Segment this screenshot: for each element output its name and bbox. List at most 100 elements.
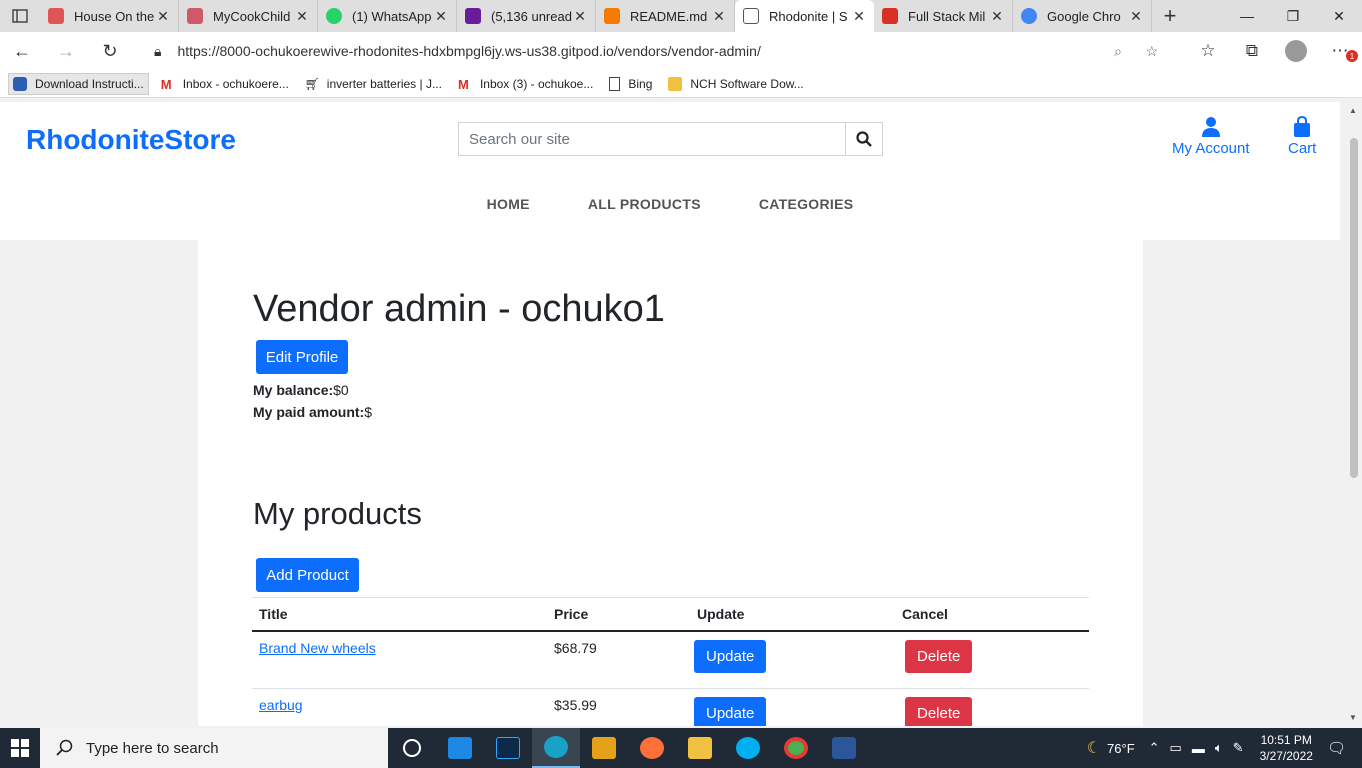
shopping-bag-icon — [1294, 116, 1311, 137]
close-window-icon[interactable]: ✕ — [1316, 0, 1362, 32]
youtube-icon — [48, 8, 64, 24]
scroll-up-icon[interactable]: ▲ — [1349, 106, 1357, 115]
browser-tab[interactable]: House On the ✕ — [40, 0, 179, 32]
close-tab-icon[interactable]: ✕ — [712, 8, 726, 25]
my-account-link[interactable]: My Account — [1172, 116, 1250, 157]
products-heading: My products — [253, 496, 422, 531]
settings-more-icon[interactable]: ⋯ 1 — [1318, 32, 1362, 70]
meet-now-icon[interactable]: ▭ — [1170, 740, 1182, 756]
restore-icon[interactable]: ❐ — [1270, 0, 1316, 32]
column-header-price: Price — [547, 597, 690, 632]
browser-tab[interactable]: Google Chro ✕ — [1013, 0, 1152, 32]
page-scrollbar[interactable]: ▲ ▼ — [1346, 102, 1362, 726]
delete-button[interactable]: Delete — [905, 696, 973, 726]
minimize-icon[interactable]: — — [1224, 0, 1270, 32]
photoshop-icon[interactable] — [484, 728, 532, 768]
cortana-icon[interactable] — [388, 728, 436, 768]
browser-tab-active[interactable]: Rhodonite | S ✕ — [735, 0, 874, 32]
update-button[interactable]: Update — [694, 696, 767, 726]
bookmark-item[interactable]: Download Instructi... — [8, 72, 149, 95]
forward-icon[interactable]: → — [44, 32, 88, 70]
site-favicon-icon — [187, 8, 203, 24]
chrome-icon[interactable] — [772, 728, 820, 768]
scroll-down-icon[interactable]: ▼ — [1349, 713, 1357, 722]
chevron-up-icon[interactable]: ⌃ — [1149, 740, 1160, 756]
new-tab-icon[interactable]: + — [1152, 3, 1188, 29]
update-button[interactable]: Update — [694, 640, 767, 673]
nav-home[interactable]: HOME — [487, 196, 530, 212]
browser-tab[interactable]: README.md ✕ — [596, 0, 735, 32]
collections-icon[interactable]: ⧉ — [1230, 32, 1274, 70]
close-tab-icon[interactable]: ✕ — [156, 8, 170, 25]
bookmark-item[interactable]: NCH Software Dow... — [664, 74, 807, 94]
volume-icon[interactable]: 🔈︎ — [1215, 740, 1223, 756]
cart-link[interactable]: Cart — [1288, 116, 1316, 157]
close-tab-icon[interactable]: ✕ — [990, 8, 1004, 25]
skype-icon[interactable] — [724, 728, 772, 768]
notifications-icon[interactable]: 🗨︎ — [1327, 739, 1346, 757]
file-explorer-icon[interactable] — [676, 728, 724, 768]
system-tray: ☾ 76°F ⌃ ▭ ▬ 🔈︎ ✎ 10:51 PM 3/27/2022 🗨︎ — [1087, 728, 1362, 768]
battery-icon[interactable]: ▬ — [1192, 741, 1205, 756]
nav-all-products[interactable]: ALL PRODUCTS — [588, 196, 701, 212]
favorites-icon[interactable]: ☆ — [1186, 32, 1230, 70]
close-tab-icon[interactable]: ✕ — [295, 8, 309, 25]
chrome-icon — [1021, 8, 1037, 24]
close-tab-icon[interactable]: ✕ — [852, 8, 866, 25]
favorite-add-icon[interactable]: ☆ — [1145, 43, 1158, 60]
delete-button[interactable]: Delete — [905, 640, 973, 673]
product-price: $35.99 — [547, 688, 690, 726]
taskbar-search-input[interactable]: Type here to search — [40, 728, 388, 768]
zoom-icon[interactable]: ⌕ — [1114, 43, 1122, 60]
notification-badge: 1 — [1346, 50, 1358, 62]
browser-tab[interactable]: Full Stack Mil ✕ — [874, 0, 1013, 32]
weather-moon-icon[interactable]: ☾ — [1087, 738, 1101, 758]
pen-icon[interactable]: ✎ — [1233, 740, 1244, 756]
browser-tab[interactable]: (5,136 unread ✕ — [457, 0, 596, 32]
search-icon — [56, 739, 73, 756]
products-table: Title Price Update Cancel Brand New whee… — [252, 597, 1089, 726]
browser-tab[interactable]: (1) WhatsApp ✕ — [318, 0, 457, 32]
nav-categories[interactable]: CATEGORIES — [759, 196, 854, 212]
edit-profile-button[interactable]: Edit Profile — [256, 340, 348, 374]
search-input[interactable]: Search our site — [458, 122, 846, 156]
bookmark-item[interactable]: M Inbox (3) - ochukoe... — [454, 74, 597, 94]
tab-actions-menu-icon[interactable] — [0, 0, 40, 32]
address-bar[interactable]: 🔒︎ https://8000-ochukoerewive-rhodonites… — [140, 36, 1170, 66]
close-tab-icon[interactable]: ✕ — [1129, 8, 1143, 25]
column-header-cancel: Cancel — [895, 597, 1089, 632]
main-content: Vendor admin - ochuko1 Edit Profile My b… — [198, 240, 1143, 726]
site-header: RhodoniteStore Search our site My Accoun… — [0, 102, 1340, 240]
download-icon — [13, 76, 27, 91]
search-button[interactable] — [845, 122, 883, 156]
firefox-icon[interactable] — [628, 728, 676, 768]
page-viewport: RhodoniteStore Search our site My Accoun… — [0, 102, 1346, 726]
refresh-icon[interactable]: ↻ — [88, 32, 132, 70]
windows-start-icon[interactable] — [0, 728, 40, 768]
product-title-link[interactable]: earbug — [259, 697, 303, 713]
word-icon[interactable] — [820, 728, 868, 768]
mail-app-icon[interactable] — [436, 728, 484, 768]
store-icon[interactable] — [580, 728, 628, 768]
product-title-link[interactable]: Brand New wheels — [259, 640, 376, 656]
back-icon[interactable]: ← — [0, 32, 44, 70]
lock-icon: 🔒︎ — [154, 42, 162, 59]
browser-tab[interactable]: MyCookChild ✕ — [179, 0, 318, 32]
scrollbar-thumb[interactable] — [1350, 138, 1358, 478]
close-tab-icon[interactable]: ✕ — [434, 8, 448, 25]
bookmark-item[interactable]: M Inbox - ochukoere... — [157, 74, 293, 94]
bookmark-item[interactable]: Bing — [605, 74, 656, 94]
tab-strip: House On the ✕ MyCookChild ✕ (1) WhatsApp ✕… — [0, 0, 1362, 32]
paid-amount-value: $ — [364, 404, 373, 420]
bookmark-item[interactable]: 🛒︎ inverter batteries | J... — [301, 74, 446, 94]
close-tab-icon[interactable]: ✕ — [573, 8, 587, 25]
add-product-button[interactable]: Add Product — [256, 558, 359, 592]
clock[interactable]: 10:51 PM 3/27/2022 — [1260, 732, 1313, 764]
edge-icon[interactable] — [532, 728, 580, 768]
weather-temperature[interactable]: 76°F — [1107, 741, 1135, 756]
profile-avatar[interactable] — [1274, 32, 1318, 70]
folder-icon — [668, 76, 683, 91]
page-icon — [743, 8, 759, 24]
site-logo[interactable]: RhodoniteStore — [26, 124, 236, 156]
search-icon — [856, 131, 872, 147]
